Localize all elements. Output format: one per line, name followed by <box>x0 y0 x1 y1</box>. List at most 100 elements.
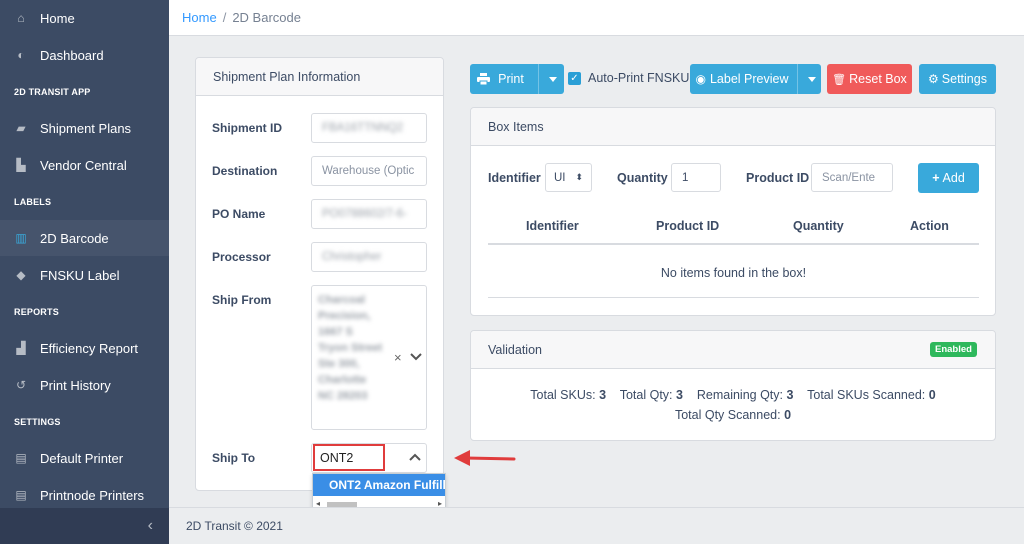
sidebar-item-home[interactable]: ⌂ Home <box>0 0 169 36</box>
footer-text: 2D Transit © 2021 <box>186 519 283 533</box>
eye-icon: ◉ <box>695 72 706 86</box>
ship-from-label: Ship From <box>212 293 272 307</box>
ship-to-search-input[interactable]: ONT2 <box>313 444 385 471</box>
sidebar-item-efficiency-report[interactable]: ▟ Efficiency Report <box>0 330 169 366</box>
checkmark-icon: ✓ <box>570 73 579 84</box>
product-id-placeholder: Scan/Ente <box>822 171 876 184</box>
annotation-arrow-icon <box>454 450 516 466</box>
table-bottom-divider <box>488 297 979 298</box>
add-label: Add <box>942 171 965 185</box>
card-title: Box Items <box>471 108 995 146</box>
sidebar-section-title: SETTINGS <box>14 417 61 427</box>
history-icon: ↺ <box>15 378 27 392</box>
chevron-down-icon[interactable] <box>410 353 422 361</box>
printer-icon: ▤ <box>15 451 27 465</box>
print-button[interactable]: Print <box>470 64 564 94</box>
chart-icon: ▙ <box>16 158 26 172</box>
sidebar-item-label: Shipment Plans <box>40 120 132 136</box>
sidebar-item-2d-barcode[interactable]: ▥ 2D Barcode <box>0 220 169 256</box>
settings-label: Settings <box>941 72 987 86</box>
sidebar: ⌂ Home ◐ Dashboard 2D TRANSIT APP ▰ Ship… <box>0 0 169 544</box>
sidebar-item-label: Vendor Central <box>40 157 127 173</box>
printer-icon: ▤ <box>15 488 27 502</box>
breadcrumb-home-link[interactable]: Home <box>182 10 217 25</box>
product-id-label: Product ID <box>746 171 810 185</box>
sidebar-item-label: Printnode Printers <box>40 487 145 503</box>
scanned-skus-value: 0 <box>928 388 936 402</box>
scanned-skus-label: Total SKUs Scanned: <box>807 388 926 402</box>
po-name-field[interactable]: PO0788602/7-6- <box>311 199 427 229</box>
destination-value: Warehouse (Optic <box>322 165 415 177</box>
processor-value: Christopher <box>322 251 382 263</box>
destination-field[interactable]: Warehouse (Optic <box>311 156 427 186</box>
breadcrumb-current: 2D Barcode <box>232 10 301 25</box>
quantity-field[interactable]: 1 <box>671 163 721 192</box>
validation-card: Validation <box>470 330 996 441</box>
auto-print-checkbox[interactable]: ✓ <box>568 72 581 85</box>
product-id-field[interactable]: Scan/Ente <box>811 163 893 192</box>
address-line: Charlotte <box>318 374 367 386</box>
ship-to-option[interactable]: ONT2 Amazon Fulfillm <box>313 474 445 496</box>
tag-icon: ◆ <box>16 268 26 282</box>
sidebar-item-label: Home <box>40 10 75 26</box>
total-qty-value: 3 <box>676 388 683 402</box>
ship-to-option-label: ONT2 Amazon Fulfillm <box>329 478 445 492</box>
sidebar-toggle[interactable]: ‹ <box>0 508 169 544</box>
clear-icon[interactable]: × <box>394 350 402 365</box>
gear-icon: ⚙ <box>928 72 939 86</box>
ship-to-input-value: ONT2 <box>320 450 354 465</box>
printer-icon <box>477 73 491 85</box>
sidebar-item-vendor-central[interactable]: ▙ Vendor Central <box>0 147 169 183</box>
address-line: 1667 S <box>318 326 353 338</box>
status-badge: Enabled <box>930 342 977 357</box>
reset-box-button[interactable]: 🗑 Reset Box <box>827 64 912 94</box>
print-label: Print <box>498 72 524 86</box>
sidebar-section-title: 2D TRANSIT APP <box>14 87 91 97</box>
validation-stats-row-2: Total Qty Scanned: 0 <box>470 408 996 422</box>
chevron-up-icon[interactable] <box>409 453 421 461</box>
reset-box-label: Reset Box <box>849 72 907 86</box>
sidebar-item-label: Print History <box>40 377 111 393</box>
shipment-id-value: FBA16TTNNQ2 <box>322 122 404 134</box>
footer: 2D Transit © 2021 <box>169 507 1024 544</box>
caret-down-icon[interactable] <box>807 76 816 82</box>
sidebar-item-label: FNSKU Label <box>40 267 120 283</box>
column-header-identifier: Identifier <box>526 219 579 233</box>
identifier-value: UI <box>554 171 566 184</box>
sidebar-item-shipment-plans[interactable]: ▰ Shipment Plans <box>0 110 169 146</box>
breadcrumb: Home / 2D Barcode <box>169 0 1024 36</box>
total-skus-value: 3 <box>599 388 607 402</box>
sidebar-item-fnsku-label[interactable]: ◆ FNSKU Label <box>0 257 169 293</box>
po-name-value: PO0788602/7-6- <box>322 208 408 220</box>
table-header-divider <box>488 243 979 245</box>
sidebar-section-title: LABELS <box>14 197 52 207</box>
empty-table-message: No items found in the box! <box>660 266 807 280</box>
ship-to-label: Ship To <box>212 451 256 465</box>
total-qty-label: Total Qty: <box>619 388 673 402</box>
sidebar-item-default-printer[interactable]: ▤ Default Printer <box>0 440 169 476</box>
dashboard-icon: ◐ <box>17 48 25 62</box>
settings-button[interactable]: ⚙ Settings <box>919 64 996 94</box>
quantity-label: Quantity <box>617 171 668 185</box>
ship-from-address: Charcoal Precision, 1667 S Tryon Street … <box>318 292 382 404</box>
sidebar-item-print-history[interactable]: ↺ Print History <box>0 367 169 403</box>
card-title: Shipment Plan Information <box>196 58 443 96</box>
label-preview-button[interactable]: ◉ Label Preview <box>690 64 821 94</box>
identifier-select[interactable]: UI ⬍ <box>545 163 592 192</box>
address-line: Ste 300, <box>318 358 360 370</box>
po-name-label: PO Name <box>212 207 266 221</box>
chevron-left-icon: ‹ <box>147 517 153 534</box>
truck-icon: ▰ <box>16 121 26 135</box>
destination-label: Destination <box>212 164 278 178</box>
shipment-id-label: Shipment ID <box>212 121 283 135</box>
ship-from-select[interactable]: Charcoal Precision, 1667 S Tryon Street … <box>311 285 427 430</box>
sidebar-section-title: REPORTS <box>14 307 59 317</box>
validation-stats-row: Total SKUs: 3 Total Qty: 3 Remaining Qty… <box>470 388 996 402</box>
bar-chart-icon: ▟ <box>16 341 26 355</box>
shipment-id-field[interactable]: FBA16TTNNQ2 <box>311 113 427 143</box>
remaining-qty-value: 3 <box>786 388 794 402</box>
sidebar-item-dashboard[interactable]: ◐ Dashboard <box>0 37 169 73</box>
caret-down-icon[interactable] <box>548 76 557 82</box>
processor-field[interactable]: Christopher <box>311 242 427 272</box>
add-button[interactable]: + Add <box>918 163 979 193</box>
